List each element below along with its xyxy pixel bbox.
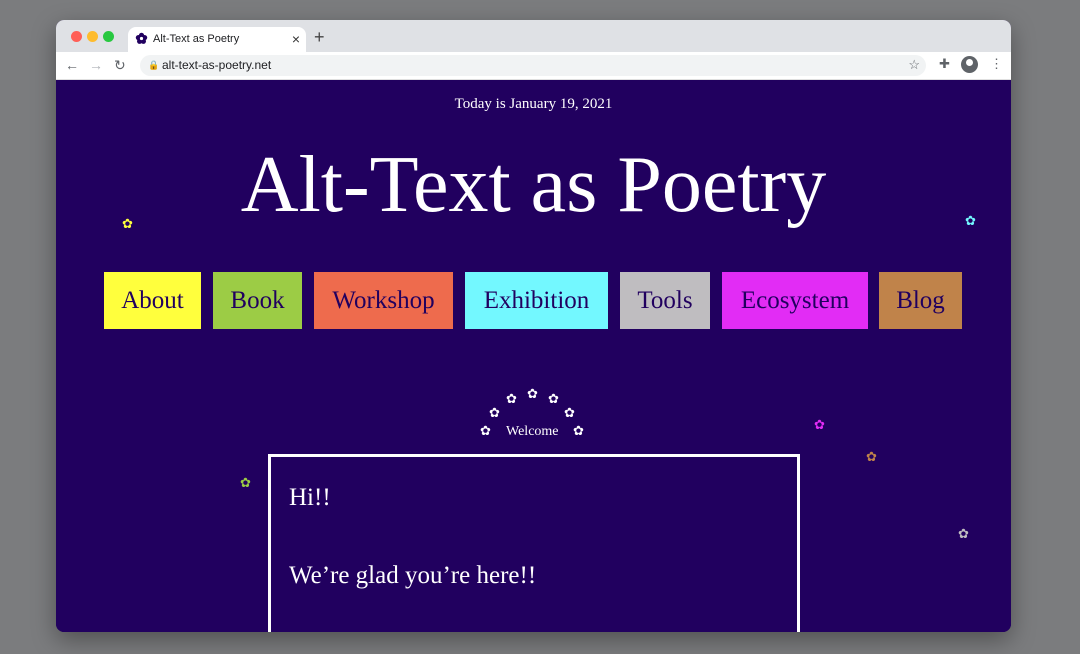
minimize-window-button[interactable] bbox=[87, 31, 98, 42]
white-flower-icon: ✿ bbox=[573, 423, 584, 438]
white-flower-icon: ✿ bbox=[506, 391, 517, 406]
url-text[interactable]: alt-text-as-poetry.net bbox=[162, 58, 271, 72]
tab-strip: Alt-Text as Poetry × + bbox=[56, 20, 1011, 53]
favicon-flower-icon bbox=[135, 32, 148, 44]
tab-title: Alt-Text as Poetry bbox=[153, 33, 240, 45]
zoom-window-button[interactable] bbox=[103, 31, 114, 42]
magenta-flower-icon: ✿ bbox=[814, 417, 825, 432]
green-flower-icon: ✿ bbox=[240, 475, 251, 490]
white-flower-icon: ✿ bbox=[480, 423, 491, 438]
lock-icon: 🔒 bbox=[148, 60, 160, 70]
menu-dots-icon[interactable]: ⋮ bbox=[990, 56, 1003, 72]
address-bar[interactable]: 🔒 alt-text-as-poetry.net ☆ bbox=[140, 55, 926, 76]
brown-flower-icon: ✿ bbox=[866, 449, 877, 464]
white-flower-icon: ✿ bbox=[564, 405, 575, 420]
white-flower-icon: ✿ bbox=[527, 386, 538, 401]
nav-blog[interactable]: Blog bbox=[879, 272, 962, 329]
profile-avatar-icon[interactable] bbox=[961, 56, 978, 73]
welcome-box bbox=[268, 454, 800, 632]
white-flower-icon: ✿ bbox=[489, 405, 500, 420]
gray-flower-icon: ✿ bbox=[958, 526, 969, 541]
nav-exhibition[interactable]: Exhibition bbox=[465, 272, 608, 329]
reload-icon[interactable]: ↻ bbox=[114, 57, 126, 73]
nav-about[interactable]: About bbox=[104, 272, 201, 329]
nav-book[interactable]: Book bbox=[213, 272, 302, 329]
close-window-button[interactable] bbox=[71, 31, 82, 42]
white-flower-icon: ✿ bbox=[548, 391, 559, 406]
forward-arrow-icon[interactable]: → bbox=[89, 57, 103, 73]
welcome-message: We’re glad you’re here!! bbox=[289, 562, 537, 589]
new-tab-icon[interactable]: + bbox=[314, 28, 325, 46]
date-line: Today is January 19, 2021 bbox=[454, 96, 613, 112]
extensions-puzzle-icon[interactable]: ✚ bbox=[939, 56, 950, 72]
nav-workshop[interactable]: Workshop bbox=[314, 272, 453, 329]
welcome-label: Welcome bbox=[506, 424, 559, 439]
tab-close-icon[interactable]: × bbox=[292, 31, 300, 47]
nav-tools[interactable]: Tools bbox=[620, 272, 710, 329]
page-content: Today is January 19, 2021 Alt-Text as Po… bbox=[56, 80, 1011, 632]
bookmark-star-icon[interactable]: ☆ bbox=[908, 57, 920, 73]
back-arrow-icon[interactable]: ← bbox=[65, 57, 79, 73]
tab-active[interactable]: Alt-Text as Poetry × bbox=[128, 27, 306, 53]
nav-ecosystem[interactable]: Ecosystem bbox=[722, 272, 868, 329]
cyan-flower-icon: ✿ bbox=[965, 213, 976, 228]
browser-window: Alt-Text as Poetry × + ← → ↻ 🔒 alt-text-… bbox=[56, 20, 1011, 632]
yellow-flower-icon: ✿ bbox=[122, 216, 133, 231]
page-title: Alt-Text as Poetry bbox=[240, 141, 827, 229]
browser-toolbar: ← → ↻ 🔒 alt-text-as-poetry.net ☆ ✚ ⋮ bbox=[56, 52, 1011, 80]
greeting-text: Hi!! bbox=[289, 484, 331, 511]
